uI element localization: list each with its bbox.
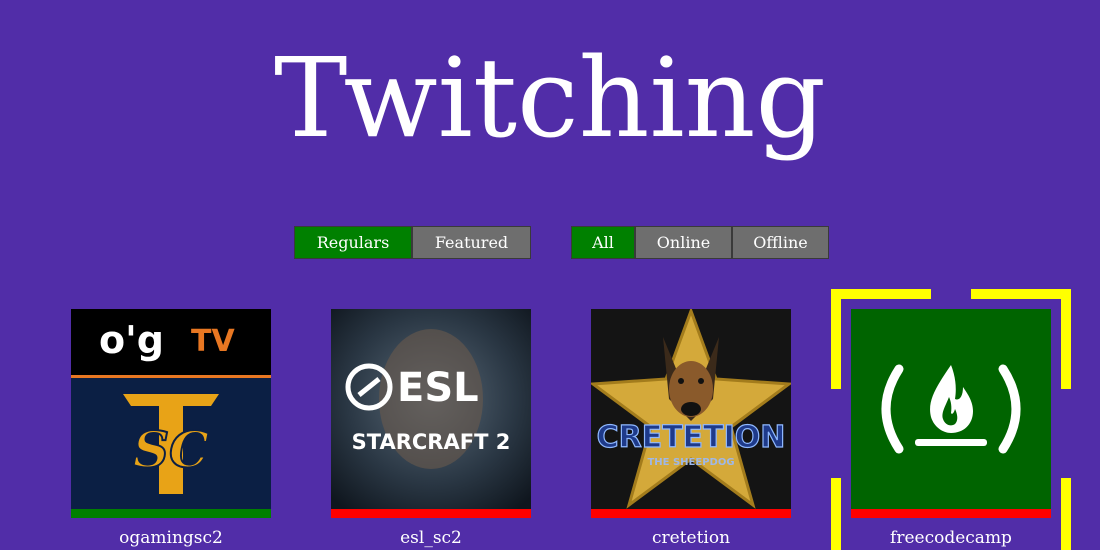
sc-logo-text: SC [133, 420, 209, 479]
channel-logo-freecodecamp [851, 309, 1051, 509]
channel-name[interactable]: esl_sc2 [311, 528, 551, 548]
filter-all-button[interactable]: All [571, 226, 635, 259]
filter-regulars-button[interactable]: Regulars [294, 226, 412, 259]
status-indicator-online [71, 509, 271, 518]
channel-name[interactable]: ogamingsc2 [51, 528, 291, 548]
ogtv-tv-text: TV [191, 324, 235, 359]
channel-card-cretetion[interactable]: CRETETION THE SHEEPDOG cretetion [591, 309, 791, 548]
sheepdog-logo-text: THE SHEEPDOG [647, 457, 734, 468]
channel-name[interactable]: freecodecamp [831, 528, 1071, 548]
ogtv-logo-text: o'g [99, 318, 164, 362]
channel-card-esl_sc2[interactable]: ESL STARCRAFT 2 esl_sc2 [331, 309, 531, 548]
status-filter: All Online Offline [571, 226, 829, 259]
starcraft-logo-text: STARCRAFT 2 [352, 430, 511, 454]
channel-logo-ogamingsc2: o'g TV SC [71, 309, 271, 509]
channel-logo-esl_sc2: ESL STARCRAFT 2 [331, 309, 531, 509]
page-title: Twitching [274, 34, 826, 162]
channel-card-freecodecamp[interactable]: freecodecamp [851, 309, 1051, 548]
filter-online-button[interactable]: Online [635, 226, 732, 259]
filter-featured-button[interactable]: Featured [412, 226, 531, 259]
cretetion-logo-text: CRETETION [597, 420, 786, 455]
status-indicator-offline [591, 509, 791, 518]
category-filter: Regulars Featured [294, 226, 531, 259]
channel-name[interactable]: cretetion [571, 528, 811, 548]
filter-offline-button[interactable]: Offline [732, 226, 829, 259]
channel-card-ogamingsc2[interactable]: o'g TV SC ogamingsc2 [71, 309, 271, 548]
channel-logo-cretetion: CRETETION THE SHEEPDOG [591, 309, 791, 509]
status-indicator-offline [331, 509, 531, 518]
status-indicator-offline [851, 509, 1051, 518]
esl-logo-text: ESL [397, 365, 479, 411]
